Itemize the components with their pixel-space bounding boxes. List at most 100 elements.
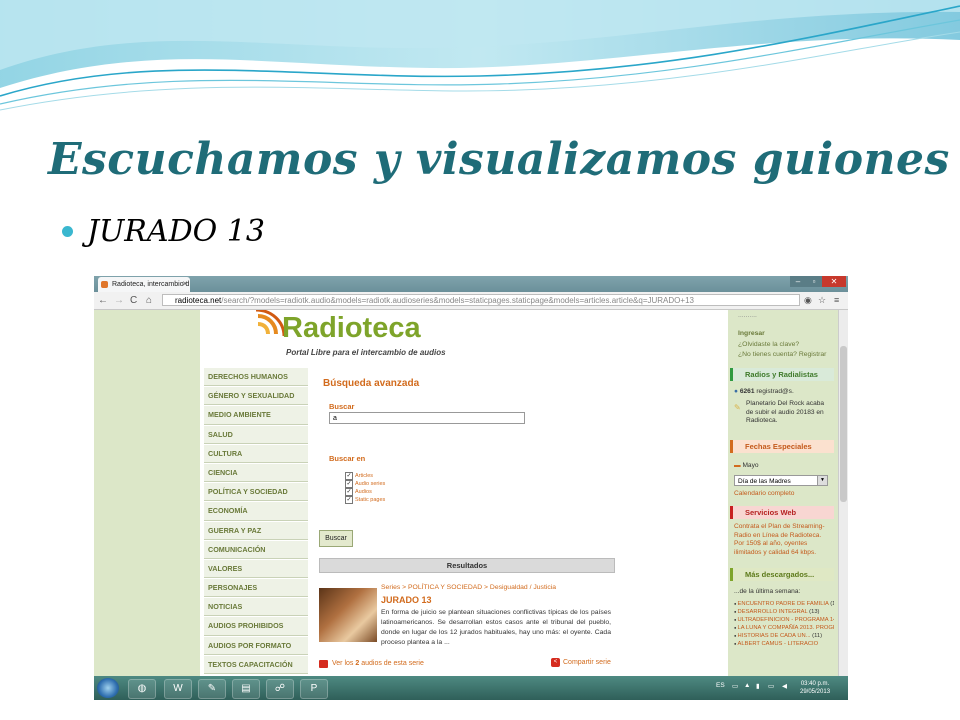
search-panel: Búsqueda avanzada Buscar a Buscar en ✓ Ar…	[319, 368, 615, 676]
download-count: (11)	[812, 633, 823, 639]
downloads-list: ● ENCUENTRO PADRE DE FAMILIA (14)● DESAR…	[734, 600, 834, 648]
download-count: (14)	[830, 601, 834, 607]
home-icon[interactable]: ⌂	[146, 294, 152, 307]
menu-item[interactable]: SALUD	[204, 425, 308, 444]
share-icon[interactable]: <	[551, 658, 560, 667]
download-item[interactable]: ● DESARROLLO INTEGRAL (13)	[734, 608, 834, 616]
download-item[interactable]: ● ENCUENTRO PADRE DE FAMILIA (14)	[734, 600, 834, 608]
clock-time: 03:40 p.m.	[800, 681, 830, 687]
login-link[interactable]: Ingresar	[738, 330, 765, 337]
buscar-en-label: Buscar en	[329, 454, 366, 463]
menu-item[interactable]: NOTICIAS	[204, 598, 308, 617]
full-calendar-link[interactable]: Calendario completo	[734, 490, 794, 499]
scope-option[interactable]: ✓ Audios	[345, 488, 385, 496]
month-name: Mayo	[742, 462, 759, 469]
star-icon[interactable]: ☆	[818, 294, 826, 307]
menu-item[interactable]: AUDIOS POR FORMATO	[204, 636, 308, 655]
calendar-icon: ▬	[734, 462, 741, 469]
result-breadcrumb[interactable]: Series > POLÍTICA Y SOCIEDAD > Desiguald…	[381, 584, 556, 591]
menu-item[interactable]: GUERRA Y PAZ	[204, 521, 308, 540]
menu-item[interactable]: TEXTOS CAPACITACIÓN	[204, 655, 308, 674]
checkbox-checked-icon[interactable]: ✓	[345, 472, 353, 480]
menu-item[interactable]: PERSONAJES	[204, 579, 308, 598]
view-audios-link[interactable]: Ver los 2 audios de esta serie	[332, 660, 424, 667]
download-name: DESARROLLO INTEGRAL	[737, 609, 808, 615]
browser-tab[interactable]: Radioteca, intercambio d ✕	[98, 277, 190, 292]
advanced-search-heading: Búsqueda avanzada	[323, 378, 420, 389]
browser-tab-bar: Radioteca, intercambio d ✕ – ▫ ✕	[94, 276, 848, 292]
windows-taskbar: ◍ W ✎ ▤ ☍ P ES ▭ ▲ ▮ ▭ ◀ 03:40 p.m. 29/0…	[94, 676, 848, 700]
menu-item[interactable]: CIENCIA	[204, 463, 308, 483]
download-item[interactable]: ● LA LUNA Y COMPAÑÍA 2013. PROGRAMA 20 (…	[734, 624, 834, 632]
menu-item[interactable]: VALORES	[204, 559, 308, 579]
register-link[interactable]: ¿No tienes cuenta? Registrar	[738, 351, 826, 358]
folder-icon[interactable]: ▤	[232, 679, 260, 699]
network-app-icon[interactable]: ☍	[266, 679, 294, 699]
close-window-icon[interactable]: ✕	[822, 276, 846, 287]
paint-icon[interactable]: ✎	[198, 679, 226, 699]
language-indicator[interactable]: ES	[716, 682, 725, 689]
scope-option[interactable]: ✓ Static pages	[345, 496, 385, 504]
menu-item[interactable]: COMUNICACIÓN	[204, 540, 308, 559]
word-icon[interactable]: W	[164, 679, 192, 699]
menu-item[interactable]: POLÍTICA Y SOCIEDAD	[204, 483, 308, 502]
radioteca-logo[interactable]: Radioteca Portal Libre para el intercamb…	[252, 310, 492, 362]
battery-icon[interactable]: ▭	[768, 682, 774, 690]
menu-item[interactable]: CULTURA	[204, 444, 308, 463]
scope-option[interactable]: ✓ Audio series	[345, 480, 385, 488]
menu-item[interactable]: MEDIO AMBIENTE	[204, 406, 308, 425]
right-sidebar: .......... Ingresar ¿Olvidaste la clave?…	[730, 310, 834, 676]
forgot-password-link[interactable]: ¿Olvidaste la clave?	[738, 341, 799, 348]
download-item[interactable]: ● ALBERT CAMUS - LITERACIO	[734, 640, 834, 648]
checkbox-checked-icon[interactable]: ✓	[345, 496, 353, 504]
powerpoint-icon[interactable]: P	[300, 679, 328, 699]
page-scrollbar[interactable]	[838, 310, 848, 676]
checkbox-checked-icon[interactable]: ✓	[345, 488, 353, 496]
scrollbar-thumb[interactable]	[840, 346, 847, 502]
most-downloaded-heading: Más descargados...	[730, 568, 834, 581]
menu-item[interactable]: DERECHOS HUMANOS	[204, 368, 308, 387]
back-arrow-icon[interactable]: ←	[98, 294, 108, 307]
menu-item[interactable]: ECONOMÍA	[204, 502, 308, 521]
chrome-icon[interactable]: ◍	[128, 679, 156, 699]
activity-icon: ✎	[734, 403, 741, 412]
start-button[interactable]	[97, 678, 119, 698]
checkbox-checked-icon[interactable]: ✓	[345, 480, 353, 488]
search-scope-options: ✓ Articles ✓ Audio series ✓ Audios ✓ Static pag…	[345, 472, 385, 504]
menu-item[interactable]: GÉNERO Y SEXUALIDAD	[204, 387, 308, 406]
menu-item[interactable]: AUDIOS PROHIBIDOS	[204, 617, 308, 636]
scope-option-label: Audios	[355, 489, 372, 495]
menu-icon[interactable]: ≡	[834, 294, 839, 307]
tray-chevron-icon[interactable]: ▲	[744, 682, 750, 689]
download-item[interactable]: ● HISTORIAS DE CADA UN... (11)	[734, 632, 834, 640]
tray-icon-keyboard[interactable]: ▭	[732, 682, 738, 690]
view-audios-prefix: Ver los	[332, 660, 356, 667]
volume-icon[interactable]: ◀	[782, 682, 787, 690]
address-bar[interactable]: radioteca.net/search/?models=radiotk.aud…	[162, 294, 800, 306]
bullet-dot	[62, 226, 73, 237]
special-date-value: Día de las Madres	[738, 478, 791, 485]
recent-activity: Planetario Del Rock acaba de subir el au…	[746, 400, 825, 424]
download-name: ALBERT CAMUS - LITERACIO	[737, 641, 819, 647]
minimize-icon[interactable]: –	[790, 276, 806, 287]
tab-close-icon[interactable]: ✕	[182, 277, 188, 292]
result-title[interactable]: JURADO 13	[381, 595, 432, 605]
browser-screenshot: Radioteca, intercambio d ✕ – ▫ ✕ ← → C ⌂…	[94, 276, 848, 700]
eye-icon[interactable]: ◉	[804, 294, 812, 307]
maximize-icon[interactable]: ▫	[806, 276, 822, 287]
signal-icon[interactable]: ▮	[756, 682, 760, 690]
result-thumbnail[interactable]	[319, 588, 377, 642]
system-clock[interactable]: 03:40 p.m. 29/05/2013	[800, 680, 830, 696]
reload-icon[interactable]: C	[130, 294, 137, 307]
tab-title: Radioteca, intercambio d	[112, 281, 190, 288]
special-date-select[interactable]: Día de las Madres ▼	[734, 475, 828, 486]
share-series-link[interactable]: Compartir serie	[563, 659, 611, 666]
web-services-text[interactable]: Contrata el Plan de Streaming-Radio en L…	[734, 523, 832, 557]
download-item[interactable]: ● ULTRADEFINICION - PROGRAMA 141 (12)	[734, 616, 834, 624]
slide-title: Escuchamos y visualizamos guiones	[48, 134, 950, 185]
search-button[interactable]: Buscar	[319, 530, 353, 547]
forward-arrow-icon[interactable]: →	[114, 294, 124, 307]
search-input[interactable]: a	[329, 412, 525, 424]
scope-option[interactable]: ✓ Articles	[345, 472, 385, 480]
bullet-text: JURADO 13	[87, 214, 265, 249]
